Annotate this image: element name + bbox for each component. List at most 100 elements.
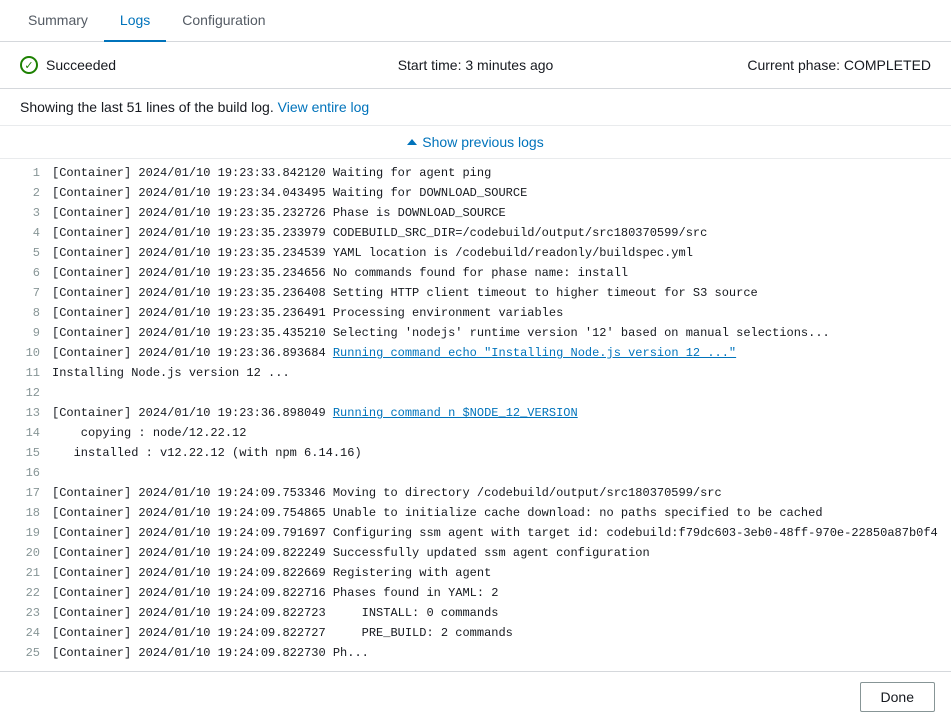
line-number: 4 (12, 224, 40, 242)
log-line: 24 [Container] 2024/01/10 19:24:09.822727… (0, 623, 951, 643)
start-time-label: Start time: 3 minutes ago (398, 57, 554, 73)
line-content: [Container] 2024/01/10 19:23:35.435210 S… (52, 324, 939, 342)
log-line: 20 [Container] 2024/01/10 19:24:09.822249… (0, 543, 951, 563)
line-number: 14 (12, 424, 40, 442)
line-content: [Container] 2024/01/10 19:23:35.234656 N… (52, 264, 939, 282)
status-current-phase: Current phase: COMPLETED (627, 57, 931, 73)
line-content: [Container] 2024/01/10 19:24:09.822249 S… (52, 544, 939, 562)
line-number: 9 (12, 324, 40, 342)
tabs-bar: Summary Logs Configuration (0, 0, 951, 42)
line-number: 10 (12, 344, 40, 362)
log-info-text: Showing the last 51 lines of the build l… (20, 99, 274, 115)
line-number: 1 (12, 164, 40, 182)
line-content: [Container] 2024/01/10 19:23:35.236408 S… (52, 284, 939, 302)
line-content: copying : node/12.22.12 (52, 424, 939, 442)
line-content: installed : v12.22.12 (with npm 6.14.16) (52, 444, 939, 462)
line-content: [Container] 2024/01/10 19:24:09.822723 I… (52, 604, 939, 622)
line-content: [Container] 2024/01/10 19:23:33.842120 W… (52, 164, 939, 182)
line-content: [Container] 2024/01/10 19:24:09.822730 P… (52, 644, 939, 662)
log-line: 11Installing Node.js version 12 ... (0, 363, 951, 383)
log-lines-container: 1 [Container] 2024/01/10 19:23:33.842120 … (0, 159, 951, 671)
log-line: 3 [Container] 2024/01/10 19:23:35.232726 … (0, 203, 951, 223)
line-number: 21 (12, 564, 40, 582)
line-content (52, 384, 939, 402)
log-line: 15 installed : v12.22.12 (with npm 6.14.… (0, 443, 951, 463)
log-line: 23 [Container] 2024/01/10 19:24:09.822723… (0, 603, 951, 623)
status-start-time: Start time: 3 minutes ago (324, 57, 628, 73)
tab-summary[interactable]: Summary (12, 0, 104, 42)
log-line: 9 [Container] 2024/01/10 19:23:35.435210 … (0, 323, 951, 343)
log-line: 7 [Container] 2024/01/10 19:23:35.236408 … (0, 283, 951, 303)
log-line: 13 [Container] 2024/01/10 19:23:36.898049… (0, 403, 951, 423)
log-line: 25 [Container] 2024/01/10 19:24:09.822730… (0, 643, 951, 663)
line-content: [Container] 2024/01/10 19:24:09.791697 C… (52, 524, 939, 542)
chevron-up-icon (407, 139, 417, 145)
line-number: 15 (12, 444, 40, 462)
done-button[interactable]: Done (860, 682, 935, 712)
line-number: 19 (12, 524, 40, 542)
line-number: 8 (12, 304, 40, 322)
line-number: 6 (12, 264, 40, 282)
current-phase-label: Current phase: COMPLETED (747, 57, 931, 73)
line-number: 18 (12, 504, 40, 522)
log-line: 18 [Container] 2024/01/10 19:24:09.754865… (0, 503, 951, 523)
log-line: 16 (0, 463, 951, 483)
line-content (52, 464, 939, 482)
log-line: 10 [Container] 2024/01/10 19:23:36.893684… (0, 343, 951, 363)
line-content: [Container] 2024/01/10 19:24:09.754865 U… (52, 504, 939, 522)
log-line: 19 [Container] 2024/01/10 19:24:09.791697… (0, 523, 951, 543)
line-number: 23 (12, 604, 40, 622)
log-content-area: Show previous logs 1 [Container] 2024/01/… (0, 126, 951, 671)
line-number: 25 (12, 644, 40, 662)
line-number: 24 (12, 624, 40, 642)
line-content: [Container] 2024/01/10 19:23:35.232726 P… (52, 204, 939, 222)
log-line: 1 [Container] 2024/01/10 19:23:33.842120 … (0, 163, 951, 183)
log-line: 21 [Container] 2024/01/10 19:24:09.822669… (0, 563, 951, 583)
tab-logs[interactable]: Logs (104, 0, 166, 42)
line-number: 13 (12, 404, 40, 422)
log-line: 8 [Container] 2024/01/10 19:23:35.236491 … (0, 303, 951, 323)
show-previous-button[interactable]: Show previous logs (407, 134, 543, 150)
line-content: [Container] 2024/01/10 19:24:09.822727 P… (52, 624, 939, 642)
line-number: 12 (12, 384, 40, 402)
line-number: 5 (12, 244, 40, 262)
log-line: 14 copying : node/12.22.12 (0, 423, 951, 443)
line-content: [Container] 2024/01/10 19:24:09.822716 P… (52, 584, 939, 602)
line-content: [Container] 2024/01/10 19:23:36.893684 R… (52, 344, 939, 362)
line-content: [Container] 2024/01/10 19:23:35.234539 Y… (52, 244, 939, 262)
line-content: [Container] 2024/01/10 19:24:09.822669 R… (52, 564, 939, 582)
log-line: 2 [Container] 2024/01/10 19:23:34.043495 … (0, 183, 951, 203)
line-number: 16 (12, 464, 40, 482)
log-line: 12 (0, 383, 951, 403)
log-info-bar: Showing the last 51 lines of the build l… (0, 89, 951, 126)
tab-configuration[interactable]: Configuration (166, 0, 281, 42)
status-bar: ✓ Succeeded Start time: 3 minutes ago Cu… (0, 42, 951, 89)
line-content: [Container] 2024/01/10 19:23:35.233979 C… (52, 224, 939, 242)
line-number: 22 (12, 584, 40, 602)
log-line: 4 [Container] 2024/01/10 19:23:35.233979 … (0, 223, 951, 243)
line-content: [Container] 2024/01/10 19:24:09.753346 M… (52, 484, 939, 502)
check-icon: ✓ (20, 56, 38, 74)
log-line: 22 [Container] 2024/01/10 19:24:09.822716… (0, 583, 951, 603)
status-succeeded: ✓ Succeeded (20, 56, 324, 74)
log-line: 6 [Container] 2024/01/10 19:23:35.234656 … (0, 263, 951, 283)
line-number: 11 (12, 364, 40, 382)
log-link[interactable]: Running command echo "Installing Node.js… (333, 346, 736, 360)
line-number: 3 (12, 204, 40, 222)
line-content: [Container] 2024/01/10 19:23:36.898049 R… (52, 404, 939, 422)
modal-container: Summary Logs Configuration ✓ Succeeded S… (0, 0, 951, 722)
show-previous-label: Show previous logs (422, 134, 543, 150)
line-number: 7 (12, 284, 40, 302)
line-content: [Container] 2024/01/10 19:23:34.043495 W… (52, 184, 939, 202)
line-number: 2 (12, 184, 40, 202)
line-number: 17 (12, 484, 40, 502)
status-succeeded-label: Succeeded (46, 57, 116, 73)
line-number: 20 (12, 544, 40, 562)
log-line: 5 [Container] 2024/01/10 19:23:35.234539 … (0, 243, 951, 263)
show-previous-bar: Show previous logs (0, 126, 951, 159)
view-entire-log-link[interactable]: View entire log (278, 99, 370, 115)
line-content: [Container] 2024/01/10 19:23:35.236491 P… (52, 304, 939, 322)
log-line: 17 [Container] 2024/01/10 19:24:09.753346… (0, 483, 951, 503)
footer-bar: Done (0, 671, 951, 722)
log-link[interactable]: Running command n $NODE_12_VERSION (333, 406, 578, 420)
